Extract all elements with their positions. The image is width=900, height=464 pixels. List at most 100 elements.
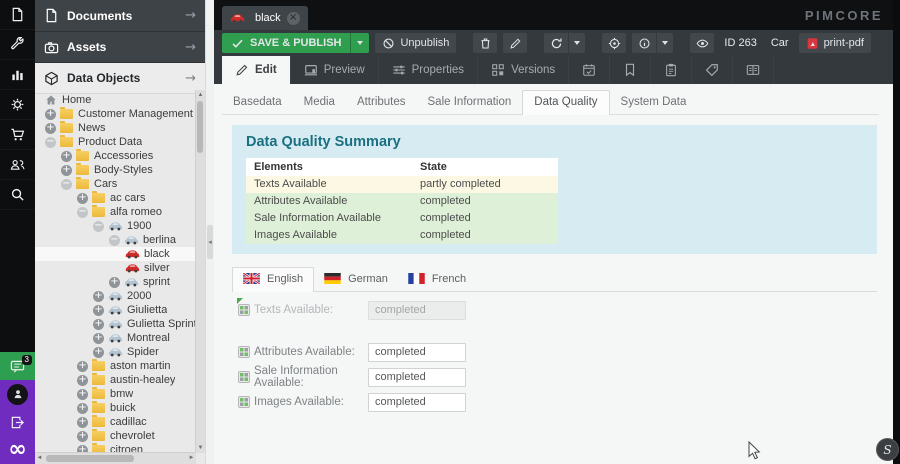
tree-item-buick[interactable]: +buick <box>35 401 196 415</box>
expand-icon[interactable]: + <box>77 375 88 386</box>
panel-splitter[interactable]: ◂ <box>205 0 214 464</box>
attributes-available-input[interactable] <box>368 343 466 362</box>
scroll-down-icon[interactable]: ▼ <box>196 443 205 453</box>
rail-pimcore-logo-button[interactable]: ∞ <box>0 436 35 464</box>
tree-item-silver[interactable]: silver <box>35 261 196 275</box>
rail-reports-button[interactable] <box>0 60 35 90</box>
expand-icon[interactable]: + <box>61 165 72 176</box>
subtab-basedata[interactable]: Basedata <box>222 91 293 114</box>
subtab-data-quality[interactable]: Data Quality <box>522 90 609 115</box>
tab-layout[interactable] <box>733 56 774 84</box>
tree-vertical-scrollbar[interactable]: ▲ ▼ <box>195 90 205 453</box>
info-button[interactable] <box>632 33 656 53</box>
rename-button[interactable] <box>503 33 527 53</box>
rail-notifications-button[interactable]: 3 <box>0 352 35 380</box>
tree-item-home[interactable]: Home <box>35 93 196 107</box>
reload-button[interactable] <box>544 33 568 53</box>
show-metainfo-button[interactable] <box>690 33 714 53</box>
tab-properties[interactable]: Properties <box>379 56 478 84</box>
language-tab-french[interactable]: French <box>398 268 476 291</box>
tree-item-montreal[interactable]: +Montreal <box>35 331 196 345</box>
scroll-up-icon[interactable]: ▲ <box>196 90 205 100</box>
tab-scheduler[interactable] <box>569 56 610 84</box>
tree-item-giulietta[interactable]: +Giulietta <box>35 303 196 317</box>
expand-icon[interactable]: + <box>77 361 88 372</box>
expand-icon[interactable]: + <box>93 291 104 302</box>
tree-item-chevrolet[interactable]: +chevrolet <box>35 429 196 443</box>
collapse-icon[interactable]: − <box>61 179 72 190</box>
expand-icon[interactable]: + <box>77 193 88 204</box>
expand-icon[interactable]: + <box>93 333 104 344</box>
expand-icon[interactable]: + <box>93 319 104 330</box>
tree-item-cars[interactable]: −Cars <box>35 177 196 191</box>
subtab-sale-information[interactable]: Sale Information <box>417 91 523 114</box>
tree-item-alfa-romeo[interactable]: −alfa romeo <box>35 205 196 219</box>
tree-item-spider[interactable]: +Spider <box>35 345 196 359</box>
scroll-left-icon[interactable]: ◄ <box>35 453 44 463</box>
subtab-attributes[interactable]: Attributes <box>346 91 417 114</box>
tree-item-ac-cars[interactable]: +ac cars <box>35 191 196 205</box>
rail-profile-button[interactable] <box>0 380 35 408</box>
locate-in-tree-button[interactable] <box>602 33 626 53</box>
expand-icon[interactable]: + <box>45 123 56 134</box>
scrollbar-thumb[interactable] <box>197 101 203 153</box>
reload-options-caret[interactable] <box>569 33 585 53</box>
close-icon[interactable]: × <box>287 12 300 25</box>
tab-edit[interactable]: Edit <box>222 56 291 84</box>
tree-item-black[interactable]: black <box>35 247 196 261</box>
accordion-documents[interactable]: Documents → <box>35 0 205 32</box>
tree-item-gulietta-sprint-specia[interactable]: +Gulietta Sprint Specia <box>35 317 196 331</box>
sale-information-available-input[interactable] <box>368 368 466 387</box>
subtab-system-data[interactable]: System Data <box>610 91 698 114</box>
delete-button[interactable] <box>473 33 497 53</box>
browser-extension-badge[interactable]: S <box>876 438 899 461</box>
tree-item-customer-management[interactable]: +Customer Management <box>35 107 196 121</box>
expand-icon[interactable]: + <box>77 431 88 442</box>
tree-item-body-styles[interactable]: +Body-Styles <box>35 163 196 177</box>
subtab-media[interactable]: Media <box>293 91 346 114</box>
tab-notes[interactable] <box>651 56 692 84</box>
save-and-publish-button[interactable]: SAVE & PUBLISH <box>222 33 369 53</box>
tree-item-2000[interactable]: +2000 <box>35 289 196 303</box>
rail-settings-button[interactable] <box>0 90 35 120</box>
tab-versions[interactable]: Versions <box>478 56 569 84</box>
expand-icon[interactable]: + <box>61 151 72 162</box>
collapse-icon[interactable]: − <box>93 221 104 232</box>
tree-item-product-data[interactable]: −Product Data <box>35 135 196 149</box>
unpublish-button[interactable]: Unpublish <box>375 33 456 53</box>
rail-tools-button[interactable] <box>0 30 35 60</box>
expand-icon[interactable]: + <box>77 389 88 400</box>
rail-ecommerce-button[interactable] <box>0 120 35 150</box>
tree-horizontal-scrollbar[interactable]: ◄ ► <box>35 452 196 464</box>
images-available-input[interactable] <box>368 393 466 412</box>
rail-search-button[interactable] <box>0 180 35 210</box>
object-tab-black[interactable]: black × <box>222 6 308 30</box>
accordion-assets[interactable]: Assets → <box>35 32 205 63</box>
save-options-caret[interactable] <box>350 33 369 53</box>
tree-item-accessories[interactable]: +Accessories <box>35 149 196 163</box>
scrollbar-thumb[interactable] <box>46 455 134 462</box>
expand-icon[interactable]: + <box>77 417 88 428</box>
expand-icon[interactable]: + <box>45 109 56 120</box>
language-tab-english[interactable]: English <box>232 267 314 292</box>
tree-item-news[interactable]: +News <box>35 121 196 135</box>
tab-tags[interactable] <box>692 56 733 84</box>
tree-item-aston-martin[interactable]: +aston martin <box>35 359 196 373</box>
rail-users-button[interactable] <box>0 150 35 180</box>
collapse-icon[interactable]: − <box>45 137 56 148</box>
print-pdf-button[interactable]: print-pdf <box>799 33 871 53</box>
expand-icon[interactable]: + <box>77 403 88 414</box>
expand-icon[interactable]: + <box>109 277 120 288</box>
expand-icon[interactable]: + <box>93 347 104 358</box>
rail-documents-button[interactable] <box>0 0 35 30</box>
tree-item-cadillac[interactable]: +cadillac <box>35 415 196 429</box>
tree-item-1900[interactable]: −1900 <box>35 219 196 233</box>
collapse-panel-handle[interactable]: ◂ <box>207 225 213 259</box>
rail-logout-button[interactable] <box>0 408 35 436</box>
tree-item-bmw[interactable]: +bmw <box>35 387 196 401</box>
expand-icon[interactable]: + <box>93 305 104 316</box>
tab-preview[interactable]: Preview <box>291 56 379 84</box>
collapse-icon[interactable]: − <box>109 235 120 246</box>
tree-item-sprint[interactable]: +sprint <box>35 275 196 289</box>
info-options-caret[interactable] <box>657 33 673 53</box>
